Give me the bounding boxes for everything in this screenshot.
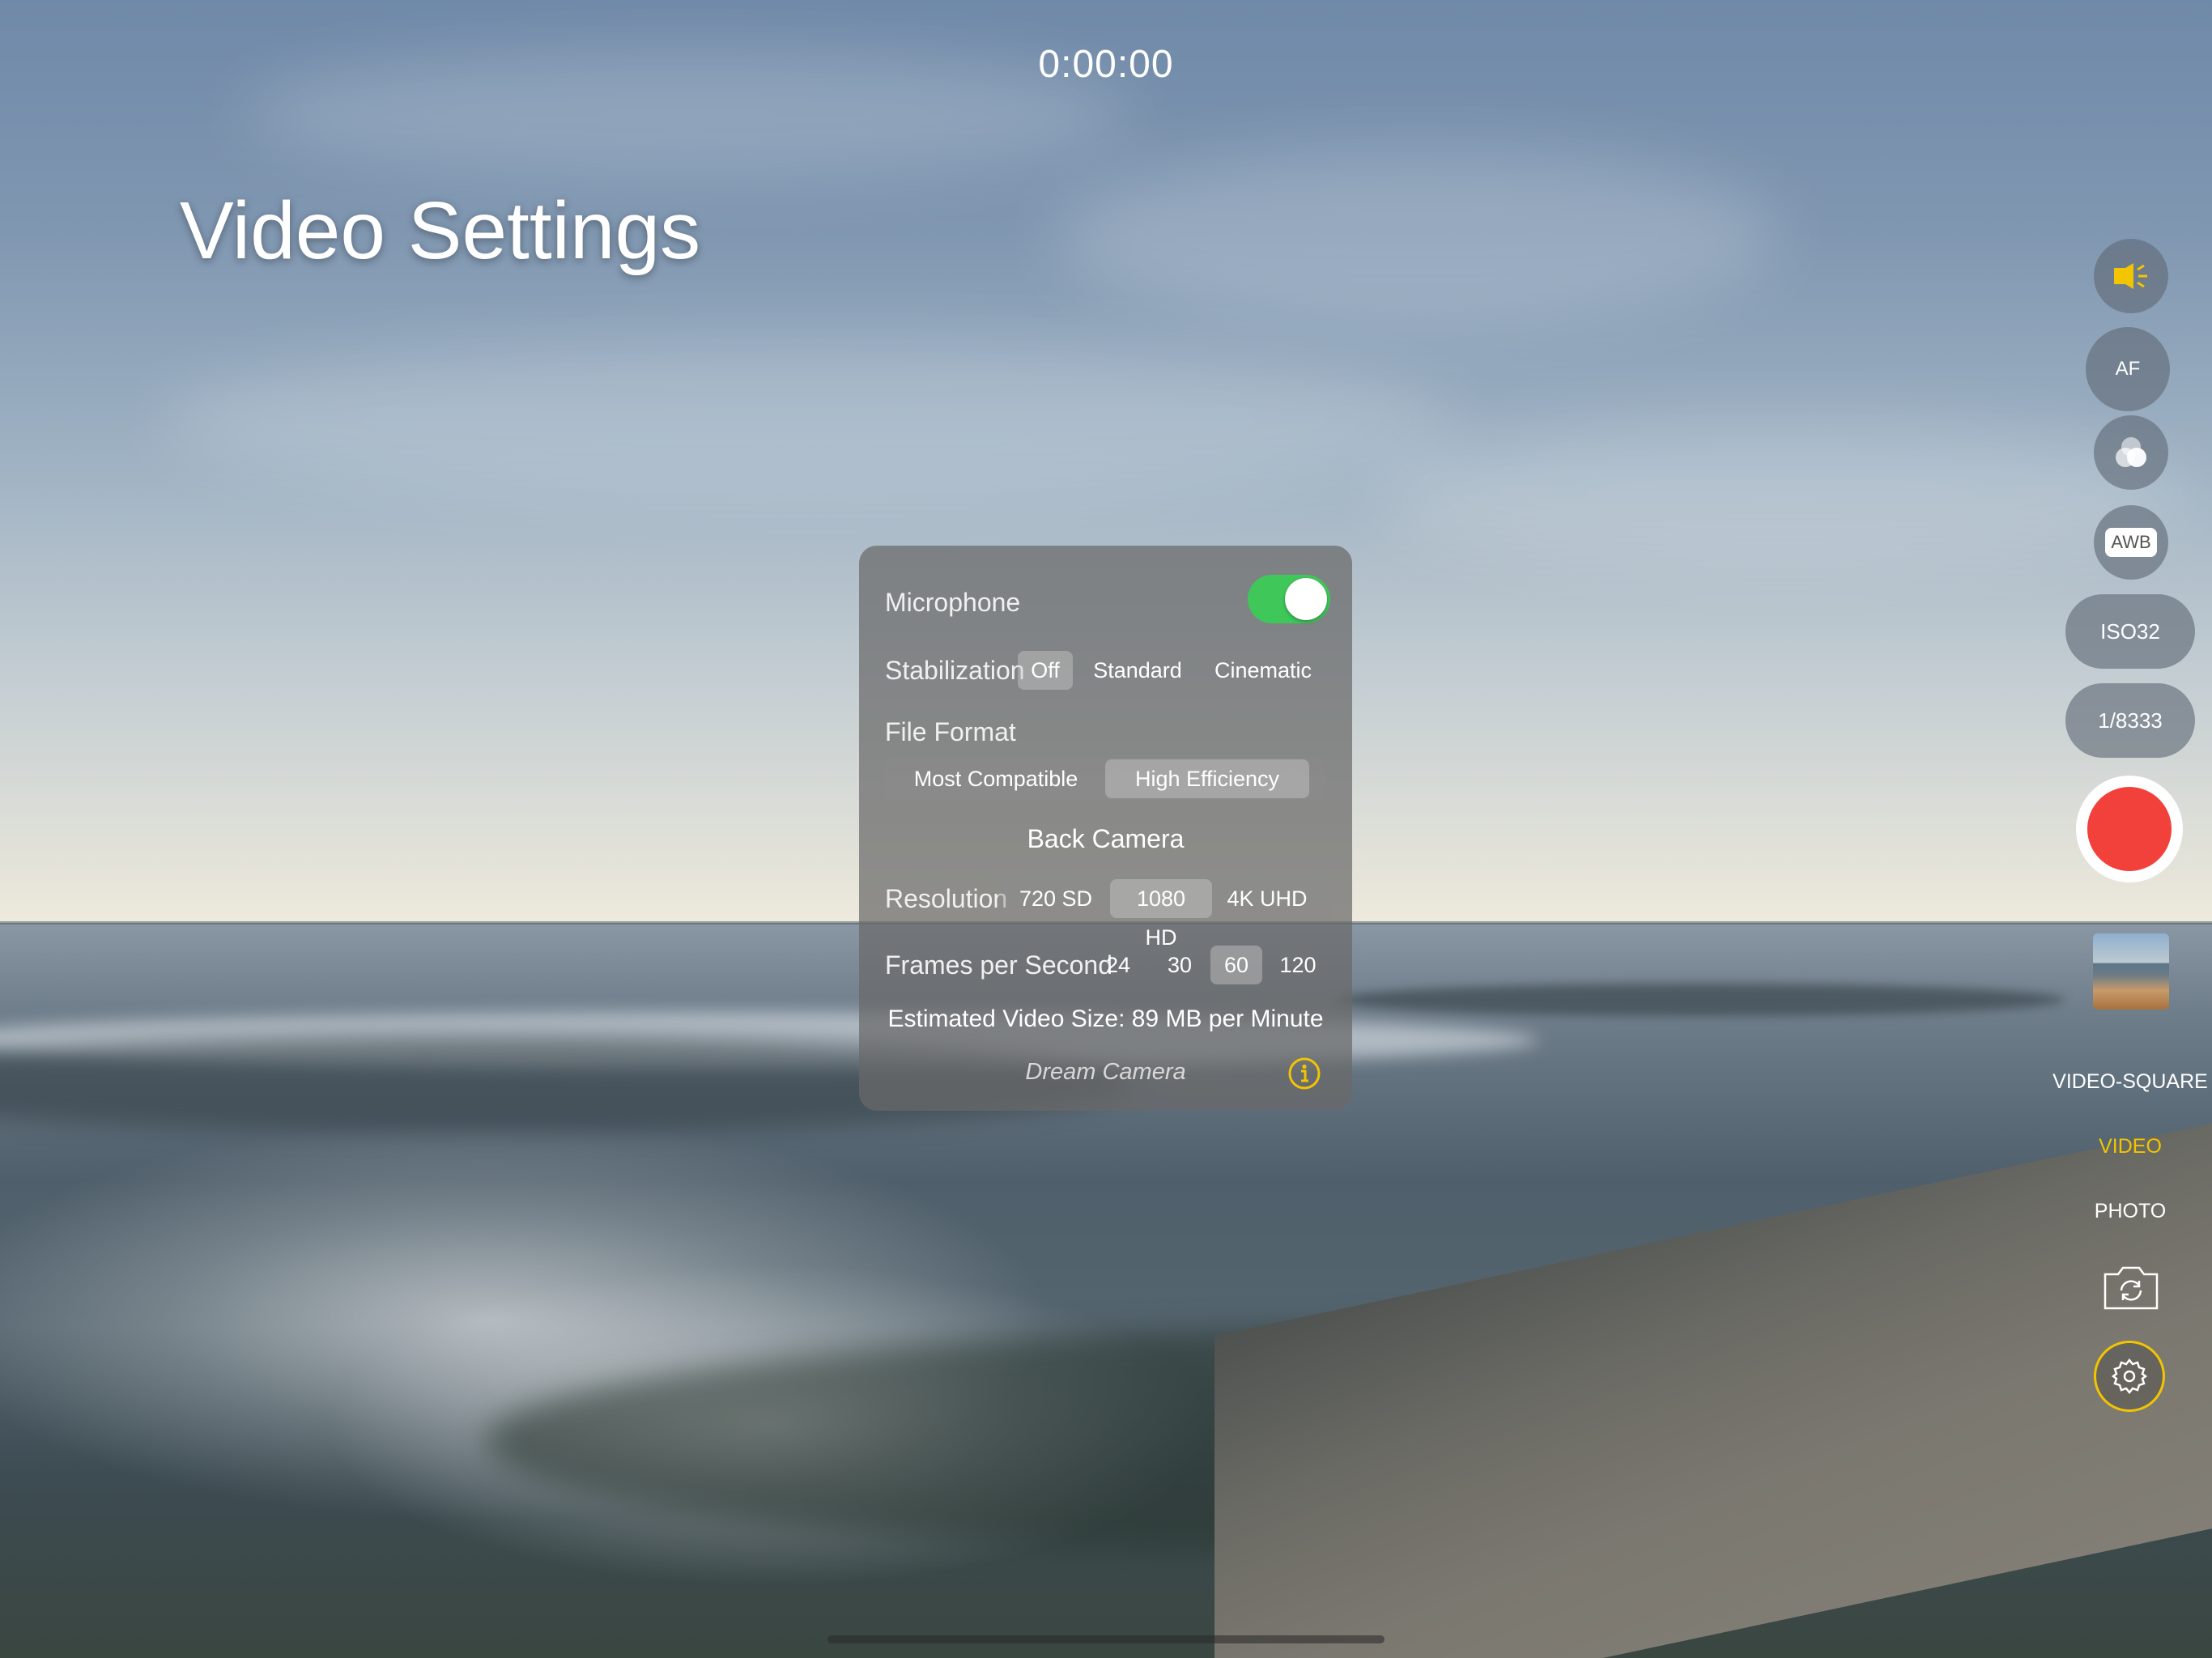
fps-label: Frames per Second bbox=[885, 950, 1113, 980]
fps-option-120[interactable]: 120 bbox=[1262, 946, 1334, 984]
fps-segmented-control: 24 30 60 120 bbox=[1087, 944, 1334, 986]
mode-photo[interactable]: PHOTO bbox=[2048, 1200, 2212, 1223]
stabilization-label: Stabilization bbox=[885, 656, 1025, 685]
page-title: Video Settings bbox=[180, 185, 701, 276]
file-format-option-most-compatible[interactable]: Most Compatible bbox=[887, 759, 1105, 798]
file-format-option-high-efficiency[interactable]: High Efficiency bbox=[1105, 759, 1309, 798]
brand-label: Dream Camera bbox=[1025, 1059, 1186, 1085]
cloud bbox=[162, 340, 1457, 502]
resolution-segmented-control: 720 SD 1080 HD 4K UHD bbox=[998, 878, 1332, 950]
home-indicator bbox=[827, 1635, 1385, 1643]
stabilization-option-standard[interactable]: Standard bbox=[1073, 651, 1202, 690]
microphone-label: Microphone bbox=[885, 588, 1021, 617]
settings-button[interactable] bbox=[2094, 1341, 2165, 1412]
resolution-option-1080[interactable]: 1080 HD bbox=[1110, 879, 1212, 950]
filter-button[interactable] bbox=[2094, 415, 2168, 490]
estimated-size-text: Estimated Video Size: 89 MB per Minute bbox=[887, 1005, 1324, 1032]
switch-camera-button[interactable] bbox=[2102, 1263, 2160, 1313]
af-label: AF bbox=[2115, 358, 2141, 380]
shutter-value: 1/8333 bbox=[2098, 708, 2163, 733]
stabilization-segmented-control: Off Standard Cinematic bbox=[1018, 649, 1324, 691]
shutter-speed-button[interactable]: 1/8333 bbox=[2065, 683, 2195, 758]
resolution-label: Resolution bbox=[885, 884, 1008, 913]
camera-section-label: Back Camera bbox=[1027, 824, 1185, 853]
microphone-toggle[interactable] bbox=[1248, 575, 1330, 623]
toggle-knob bbox=[1285, 578, 1327, 620]
awb-label: AWB bbox=[2105, 528, 2157, 557]
info-icon[interactable] bbox=[1288, 1057, 1321, 1090]
gallery-thumbnail[interactable] bbox=[2093, 933, 2169, 1010]
torch-button[interactable] bbox=[2094, 239, 2168, 313]
video-settings-panel: Microphone Stabilization Off Standard Ci… bbox=[859, 546, 1352, 1111]
torch-icon bbox=[2114, 263, 2147, 289]
resolution-option-720[interactable]: 720 SD bbox=[1002, 879, 1110, 918]
mode-video-square[interactable]: VIDEO-SQUARE bbox=[2048, 1070, 2212, 1094]
recording-timer: 0:00:00 bbox=[1038, 43, 1174, 86]
switch-camera-icon bbox=[2104, 1266, 2159, 1310]
iso-button[interactable]: ISO32 bbox=[2065, 594, 2195, 669]
resolution-option-4k[interactable]: 4K UHD bbox=[1212, 879, 1322, 918]
stabilization-option-off[interactable]: Off bbox=[1018, 651, 1073, 690]
white-balance-button[interactable]: AWB bbox=[2094, 505, 2168, 580]
cloud bbox=[1376, 421, 2186, 567]
filter-icon bbox=[2116, 437, 2146, 467]
stabilization-option-cinematic[interactable]: Cinematic bbox=[1202, 651, 1324, 690]
fps-option-30[interactable]: 30 bbox=[1149, 946, 1210, 984]
autofocus-button[interactable]: AF bbox=[2086, 327, 2170, 411]
cloud bbox=[1053, 146, 1781, 324]
file-format-label: File Format bbox=[885, 717, 1016, 746]
settings-gear-icon bbox=[2111, 1358, 2148, 1395]
mode-video[interactable]: VIDEO bbox=[2048, 1135, 2212, 1158]
wave-crest bbox=[1336, 984, 2065, 1016]
fps-option-24[interactable]: 24 bbox=[1087, 946, 1149, 984]
fps-option-60[interactable]: 60 bbox=[1210, 946, 1262, 984]
record-button[interactable] bbox=[2076, 776, 2183, 882]
record-dot bbox=[2087, 787, 2172, 871]
iso-value: ISO32 bbox=[2100, 619, 2160, 644]
file-format-segmented-control: Most Compatible High Efficiency bbox=[883, 758, 1325, 800]
